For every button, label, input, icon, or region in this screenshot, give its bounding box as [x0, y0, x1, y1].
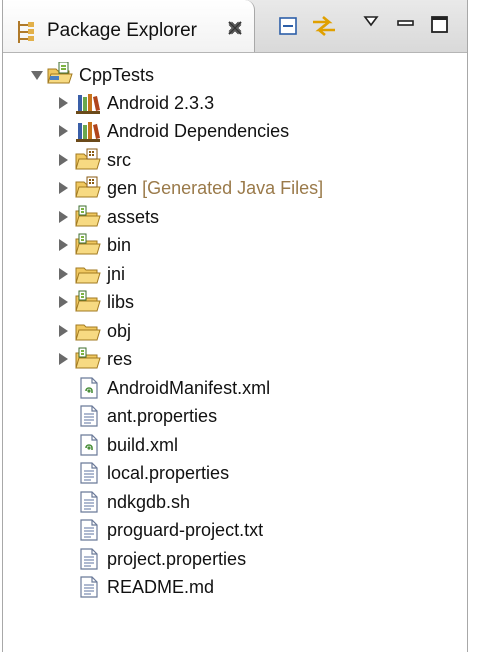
expand-arrow-icon[interactable]	[59, 211, 68, 223]
tree-item-label: project.properties	[107, 549, 247, 569]
tree-item-decoration: [Generated Java Files]	[142, 178, 324, 198]
tree-item-label: libs	[107, 292, 135, 312]
tree-item-label: assets	[107, 207, 160, 227]
maximize-icon[interactable]	[431, 16, 449, 39]
tree-item-assets[interactable]: assets	[3, 204, 467, 232]
source-folder-icon	[75, 148, 101, 177]
tree-item-android-dependencies[interactable]: Android Dependencies	[3, 118, 467, 146]
tree-item-obj[interactable]: obj	[3, 318, 467, 346]
tree-item-label: ant.properties	[107, 406, 218, 426]
tree-item-label: res	[107, 349, 133, 369]
folder-icon	[75, 205, 101, 234]
tree-item-bin[interactable]: bin	[3, 232, 467, 260]
tree-item-label: ndkgdb.sh	[107, 492, 191, 512]
folder-icon	[75, 233, 101, 262]
package-explorer-view: Package Explorer CppTests Android 2.3.3 …	[2, 0, 468, 652]
text-file-icon	[79, 519, 99, 546]
tree-item-ant-properties[interactable]: ant.properties	[3, 403, 467, 431]
android-project-icon	[47, 61, 73, 91]
expand-arrow-icon[interactable]	[59, 296, 68, 308]
tree-item-label: Android Dependencies	[107, 121, 290, 141]
tree-item-label: src	[107, 150, 131, 170]
folder-icon	[75, 347, 101, 376]
expand-arrow-icon[interactable]	[59, 353, 68, 365]
expand-arrow-icon[interactable]	[59, 154, 68, 166]
tree-item-project-properties[interactable]: project.properties	[3, 546, 467, 574]
expand-arrow-icon[interactable]	[59, 125, 68, 137]
tree-item-label: obj	[107, 321, 132, 341]
tree-item-androidmanifest-xml[interactable]: AndroidManifest.xml	[3, 375, 467, 403]
tree-item-label: proguard-project.txt	[107, 520, 264, 540]
tree-item-label: Android 2.3.3	[107, 93, 215, 113]
expand-arrow-icon[interactable]	[31, 71, 43, 80]
tree-item-project[interactable]: CppTests	[3, 61, 467, 91]
tree-item-label: build.xml	[107, 435, 179, 455]
expand-arrow-icon[interactable]	[59, 97, 68, 109]
expand-arrow-icon[interactable]	[59, 239, 68, 251]
xml-file-icon	[79, 434, 99, 461]
text-file-icon	[79, 576, 99, 603]
library-icon	[75, 119, 101, 148]
text-file-icon	[79, 405, 99, 432]
tree-item-proguard-project-txt[interactable]: proguard-project.txt	[3, 517, 467, 545]
tree-item-local-properties[interactable]: local.properties	[3, 460, 467, 488]
minimize-icon[interactable]	[397, 16, 415, 34]
folder-icon	[75, 290, 101, 319]
tree-item-label: AndroidManifest.xml	[107, 378, 271, 398]
tree-item-label: gen [Generated Java Files]	[107, 178, 323, 199]
folder-icon	[75, 262, 101, 291]
tree-item-ndkgdb-sh[interactable]: ndkgdb.sh	[3, 489, 467, 517]
tree-item-label: local.properties	[107, 463, 230, 483]
tree-item-build-xml[interactable]: build.xml	[3, 432, 467, 460]
text-file-icon	[79, 462, 99, 489]
expand-arrow-icon[interactable]	[59, 325, 68, 337]
tree-item-android-2-3-3[interactable]: Android 2.3.3	[3, 90, 467, 118]
tree-item-label: bin	[107, 235, 132, 255]
expand-arrow-icon[interactable]	[59, 268, 68, 280]
package-explorer-icon	[15, 21, 37, 48]
folder-icon	[75, 319, 101, 348]
close-icon[interactable]	[227, 20, 243, 41]
view-tab-bar: Package Explorer	[3, 0, 467, 53]
tab-title: Package Explorer	[47, 20, 197, 41]
text-file-icon	[79, 548, 99, 575]
source-folder-icon	[75, 176, 101, 205]
link-with-editor-icon[interactable]	[309, 14, 339, 43]
tree-item-libs[interactable]: libs	[3, 289, 467, 317]
tab-package-explorer[interactable]: Package Explorer	[3, 0, 255, 52]
library-icon	[75, 91, 101, 120]
xml-file-icon	[79, 377, 99, 404]
tree-item-src[interactable]: src	[3, 147, 467, 175]
tree-item-gen[interactable]: gen [Generated Java Files]	[3, 175, 467, 203]
text-file-icon	[79, 491, 99, 518]
view-menu-icon[interactable]	[363, 14, 379, 32]
tree-item-readme-md[interactable]: README.md	[3, 574, 467, 602]
collapse-all-icon[interactable]	[277, 14, 301, 43]
tree-item-name: gen	[107, 178, 138, 198]
tree-item-res[interactable]: res	[3, 346, 467, 374]
expand-arrow-icon[interactable]	[59, 182, 68, 194]
tree-item-label: README.md	[107, 577, 215, 597]
tree-item-label: CppTests	[79, 65, 155, 85]
tree-item-jni[interactable]: jni	[3, 261, 467, 289]
tree-item-label: jni	[107, 264, 126, 284]
